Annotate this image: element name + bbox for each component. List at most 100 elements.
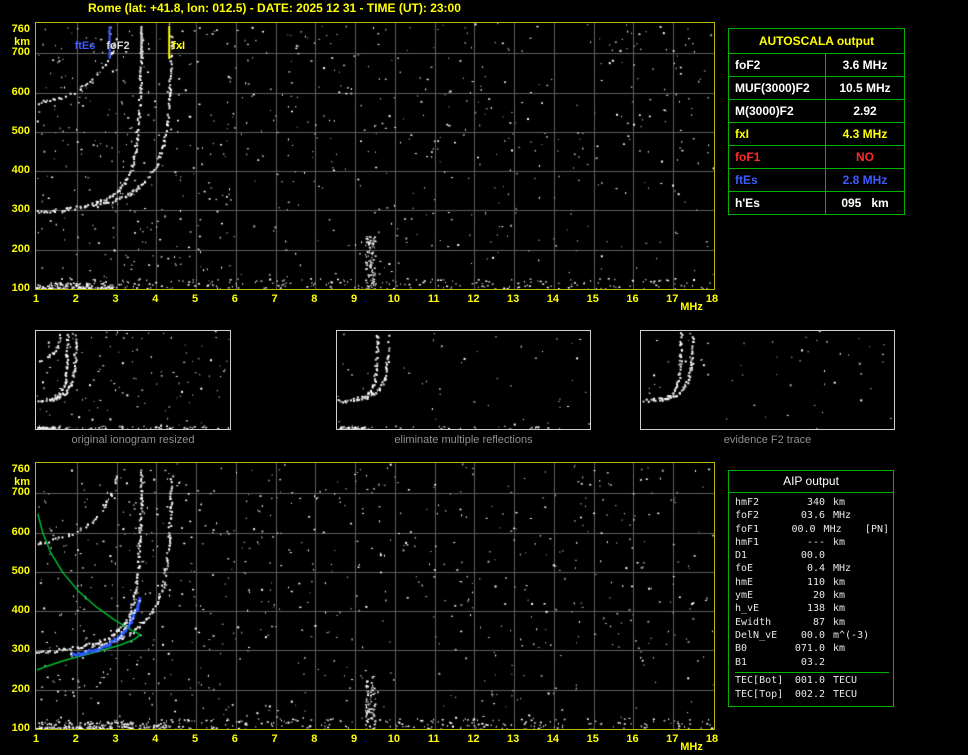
profile-x-tick: 12	[467, 733, 480, 745]
autoscala-param-value: 4.3 MHz	[825, 122, 905, 146]
aip-name: DelN_vE	[735, 629, 778, 641]
profile-x-tick: 4	[152, 733, 159, 745]
aip-unit: km	[833, 576, 846, 588]
profile-x-tick: 13	[507, 733, 520, 745]
autoscala-param-label: h'Es	[728, 191, 826, 215]
aip-val: 0.4	[806, 563, 825, 575]
autoscala-row-MUF(3000)F2: MUF(3000)F2 10.5 MHz	[728, 76, 905, 100]
aip-note	[877, 509, 889, 522]
aip-unit: TECU	[833, 674, 858, 686]
main-x-tick: 13	[507, 293, 520, 305]
autoscala-output-table: AUTOSCALA output foF2 3.6 MHz MUF(3000)F2 1…	[728, 28, 905, 215]
aip-note	[877, 642, 889, 655]
aip-row-TEC[Top]: TEC[Top] 002.2 TECU	[735, 688, 889, 701]
page-title: Rome (lat: +41.8, lon: 012.5) - DATE: 20…	[88, 1, 461, 15]
aip-val: 071.0	[794, 643, 825, 655]
aip-row-foF1: foF1 00.0 MHz [PN]	[735, 523, 889, 536]
aip-row-foE: foE 0.4 MHz	[735, 562, 889, 575]
main-x-tick: 4	[152, 293, 159, 305]
aip-val: 138	[806, 603, 825, 615]
aip-name: h_vE	[735, 603, 760, 615]
aip-val: 002.2	[794, 688, 825, 700]
main-x-tick: 15	[586, 293, 599, 305]
aip-table-rows: hmF2 340 km foF2 03.6 MHz foF1 00.0 MHz [PN] hmF1-…	[729, 493, 893, 706]
main-y-tick: 760	[11, 22, 30, 35]
autoscala-param-value: 095 km	[825, 191, 905, 215]
aip-name: TEC[Bot]	[735, 674, 784, 686]
aip-note	[877, 536, 889, 549]
thumbnail-caption-original: original ionogram resized	[71, 434, 195, 446]
ionogram-canvas-profile	[36, 463, 714, 729]
aip-unit: m^(-3)	[833, 629, 870, 641]
aip-note	[877, 589, 889, 602]
profile-y-tick: 600	[11, 525, 30, 538]
profile-y-axis-unit: km	[14, 475, 30, 488]
ionogram-canvas-main	[36, 23, 714, 289]
profile-x-tick: 16	[626, 733, 639, 745]
autoscala-row-h'Es: h'Es 095 km	[728, 191, 905, 215]
aip-output-table: AIP output hmF2 340 km foF2 03.6 MHz foF1 00.0 M…	[728, 470, 894, 708]
profile-y-tick: 500	[11, 564, 30, 577]
autoscala-param-label: ftEs	[728, 168, 826, 192]
main-x-tick: 3	[112, 293, 119, 305]
main-y-tick: 500	[11, 124, 30, 137]
thumbnail-eliminate-reflections	[336, 330, 591, 430]
aip-unit	[825, 656, 877, 669]
main-x-tick: 7	[271, 293, 278, 305]
main-x-tick: 9	[351, 293, 358, 305]
profile-y-tick: 400	[11, 604, 30, 617]
thumbnail-caption-evidence: evidence F2 trace	[723, 434, 812, 446]
aip-name: foF2	[735, 510, 760, 522]
thumbnail-evidence-f2	[640, 330, 895, 430]
main-x-tick: 1	[32, 293, 40, 305]
profile-x-tick: 3	[112, 733, 119, 745]
aip-val: 340	[806, 497, 825, 508]
autoscala-row-fxI: fxI 4.3 MHz	[728, 122, 905, 146]
aip-row-ymE: ymE 20 km	[735, 589, 889, 602]
aip-note	[877, 562, 889, 575]
main-y-axis-unit: km	[14, 35, 30, 48]
aip-unit: km	[833, 536, 846, 548]
autoscala-row-foF1: foF1 NO	[728, 145, 905, 169]
aip-name: foF1	[735, 523, 760, 535]
profile-x-tick: 11	[427, 733, 440, 745]
aip-unit: km	[833, 603, 846, 615]
aip-unit: MHz	[833, 510, 852, 522]
main-y-tick: 700	[11, 46, 30, 59]
aip-note	[877, 549, 889, 562]
autoscala-row-ftEs: ftEs 2.8 MHz	[728, 168, 905, 192]
aip-name: Ewidth	[735, 616, 772, 628]
marker-label-ftEs: ftEs	[74, 40, 96, 52]
profile-x-tick: 6	[231, 733, 238, 745]
aip-note	[877, 688, 889, 701]
aip-unit	[825, 549, 877, 562]
aip-name: hmF2	[735, 497, 760, 508]
aip-row-hmF2: hmF2 340 km	[735, 496, 889, 509]
main-x-tick: 6	[231, 293, 238, 305]
profile-x-tick: 8	[311, 733, 318, 745]
main-x-tick: 11	[427, 293, 440, 305]
ionogram-panel-profile	[35, 462, 715, 730]
main-x-tick: 2	[72, 293, 79, 305]
aip-name: B1	[735, 656, 748, 668]
autoscala-param-label: fxI	[728, 122, 826, 146]
ionogram-panel-main	[35, 22, 715, 290]
aip-val: 00.0	[800, 550, 825, 562]
aip-table-title: AIP output	[729, 471, 893, 493]
profile-x-tick: 10	[387, 733, 400, 745]
aip-unit: MHz	[833, 563, 852, 575]
thumbnail-original-ionogram	[35, 330, 231, 430]
marker-label-foF2: foF2	[106, 40, 130, 52]
profile-x-tick: 15	[586, 733, 599, 745]
aip-name: TEC[Top]	[735, 688, 784, 700]
profile-y-tick: 700	[11, 486, 30, 499]
aip-row-hmF1: hmF1 --- km	[735, 536, 889, 549]
aip-note	[877, 616, 889, 629]
aip-name: D1	[735, 550, 748, 562]
aip-row-B0: B0 071.0 km	[735, 642, 889, 655]
aip-note: [PN]	[864, 523, 890, 535]
autoscala-param-label: foF2	[728, 53, 826, 77]
autoscala-param-value: 2.8 MHz	[825, 168, 905, 192]
aip-row-Ewidth: Ewidth 87 km	[735, 616, 889, 629]
profile-x-tick: 1	[32, 733, 40, 745]
